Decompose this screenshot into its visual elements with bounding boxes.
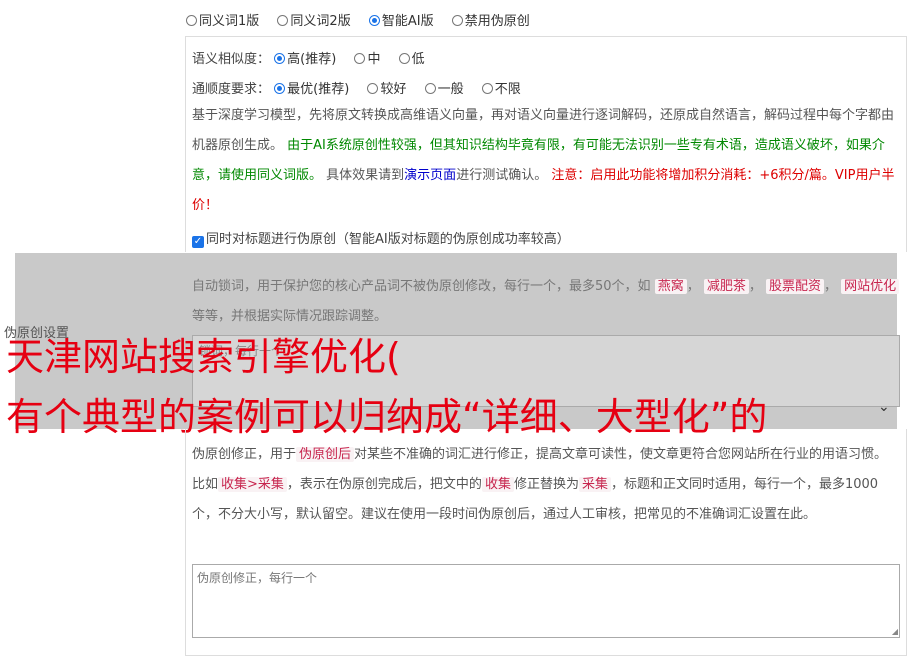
ai-description: 基于深度学习模型，先将原文转换成高维语义向量，再对语义向量进行逐词解码，还原成自… [192, 108, 895, 213]
radio-selected-icon [274, 83, 286, 94]
radio-icon [277, 15, 289, 26]
checkbox-checked-icon[interactable]: ✓ [192, 236, 204, 248]
example-tag: 收集 [481, 477, 514, 492]
fluency-best[interactable]: 最优(推荐) [274, 78, 349, 97]
mode-radio-group: 同义词1版 同义词2版 智能AI版 禁用伪原创 [186, 10, 544, 29]
radio-icon [367, 83, 379, 94]
mode-ai[interactable]: 智能AI版 [368, 10, 434, 29]
resize-handle-icon[interactable]: ◢ [892, 627, 898, 636]
example-tag: 股票配资 [766, 279, 825, 294]
lock-words-description: 自动锁词，用于保护您的核心产品词不被伪原创修改，每行一个，最多50个，如 燕窝，… [192, 272, 900, 332]
example-tag: 采集 [578, 477, 611, 492]
example-tag: 燕窝 [654, 279, 687, 294]
example-tag: 收集>采集 [218, 477, 287, 492]
radio-selected-icon [368, 15, 380, 26]
chevron-down-icon[interactable]: ⌄ [878, 399, 890, 415]
fluency-row: 通顺度要求： 最优(推荐) 较好 一般 不限 [192, 78, 535, 97]
similarity-medium[interactable]: 中 [354, 48, 380, 67]
similarity-label: 语义相似度： [192, 52, 271, 67]
radio-icon [398, 53, 410, 64]
fluency-label: 通顺度要求： [192, 82, 271, 97]
example-tag: 网站优化 [841, 279, 900, 294]
demo-page-link[interactable]: 演示页面 [404, 168, 456, 183]
similarity-row: 语义相似度： 高(推荐) 中 低 [192, 48, 439, 67]
radio-icon [451, 15, 463, 26]
fluency-any[interactable]: 不限 [481, 78, 521, 97]
fluency-normal[interactable]: 一般 [424, 78, 464, 97]
radio-icon [481, 83, 493, 94]
similarity-high[interactable]: 高(推荐) [274, 48, 336, 67]
correction-description: 伪原创修正，用于 伪原创后 对某些不准确的词汇进行修正，提高文章可读性，使文章更符合… [192, 447, 888, 522]
example-tag: 伪原创后 [296, 447, 355, 462]
mode-synonym-v1[interactable]: 同义词1版 [186, 10, 259, 29]
correction-textarea[interactable]: 伪原创修正，每行一个 ◢ [192, 564, 900, 638]
title-rewrite-option[interactable]: ✓ 同时对标题进行伪原创（智能AI版对标题的伪原创成功率较高） [192, 228, 570, 248]
similarity-low[interactable]: 低 [398, 48, 425, 67]
radio-selected-icon [274, 53, 286, 64]
example-tag: 减肥茶 [703, 279, 749, 294]
radio-icon [424, 83, 436, 94]
ad-headline-line1: 天津网站搜索引擎优化( [6, 335, 401, 379]
radio-icon [186, 15, 197, 26]
fluency-good[interactable]: 较好 [367, 78, 406, 97]
radio-icon [354, 53, 366, 64]
mode-disable[interactable]: 禁用伪原创 [451, 10, 530, 29]
correction-placeholder: 伪原创修正，每行一个 [197, 571, 318, 585]
mode-synonym-v2[interactable]: 同义词2版 [277, 10, 351, 29]
